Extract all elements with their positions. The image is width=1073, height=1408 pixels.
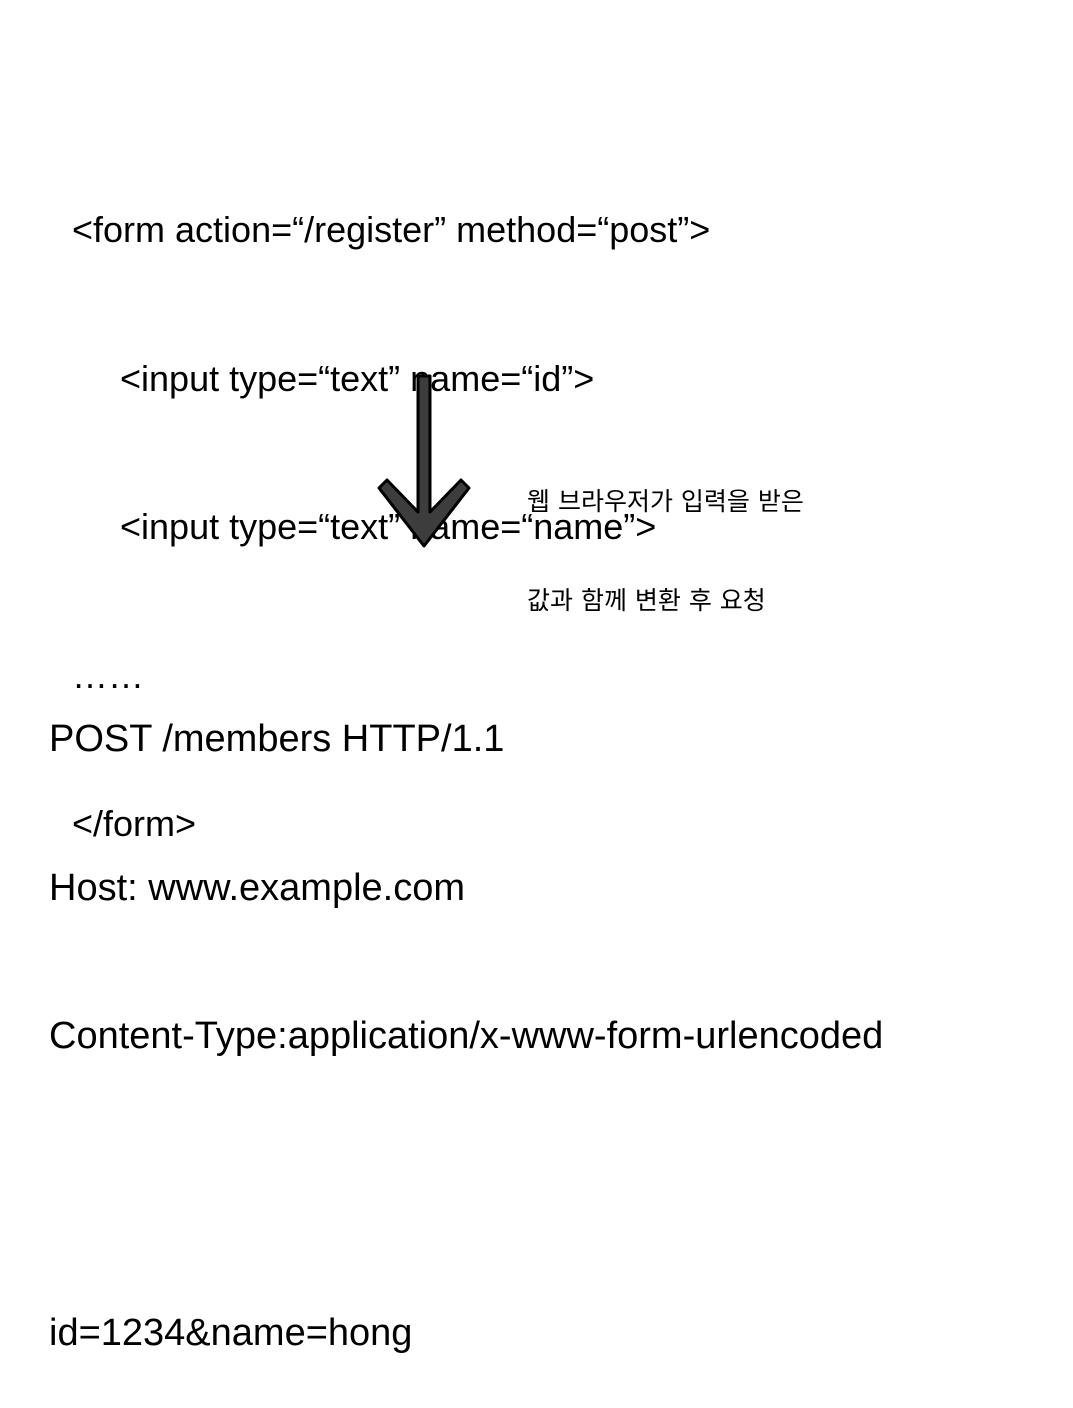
host-header-line: Host: www.example.com: [49, 866, 466, 909]
http-request-message: POST /members HTTP/1.1 Host: www.example…: [49, 616, 883, 1408]
request-line: POST /members HTTP/1.1: [49, 718, 505, 760]
down-arrow-icon: [377, 374, 471, 548]
note-line-1: 웹 브라우저가 입력을 받은: [527, 487, 804, 516]
request-body-line: id=1234&name=hong: [49, 1312, 413, 1354]
note-line-2: 값과 함께 변환 후 요청: [527, 586, 766, 615]
content-type-header-line: Content-Type:application/x-www-form-urle…: [49, 1015, 884, 1057]
form-open-tag-line: <form action=“/register” method=“post”>: [72, 209, 711, 250]
down-arrow-shape: [377, 374, 471, 548]
